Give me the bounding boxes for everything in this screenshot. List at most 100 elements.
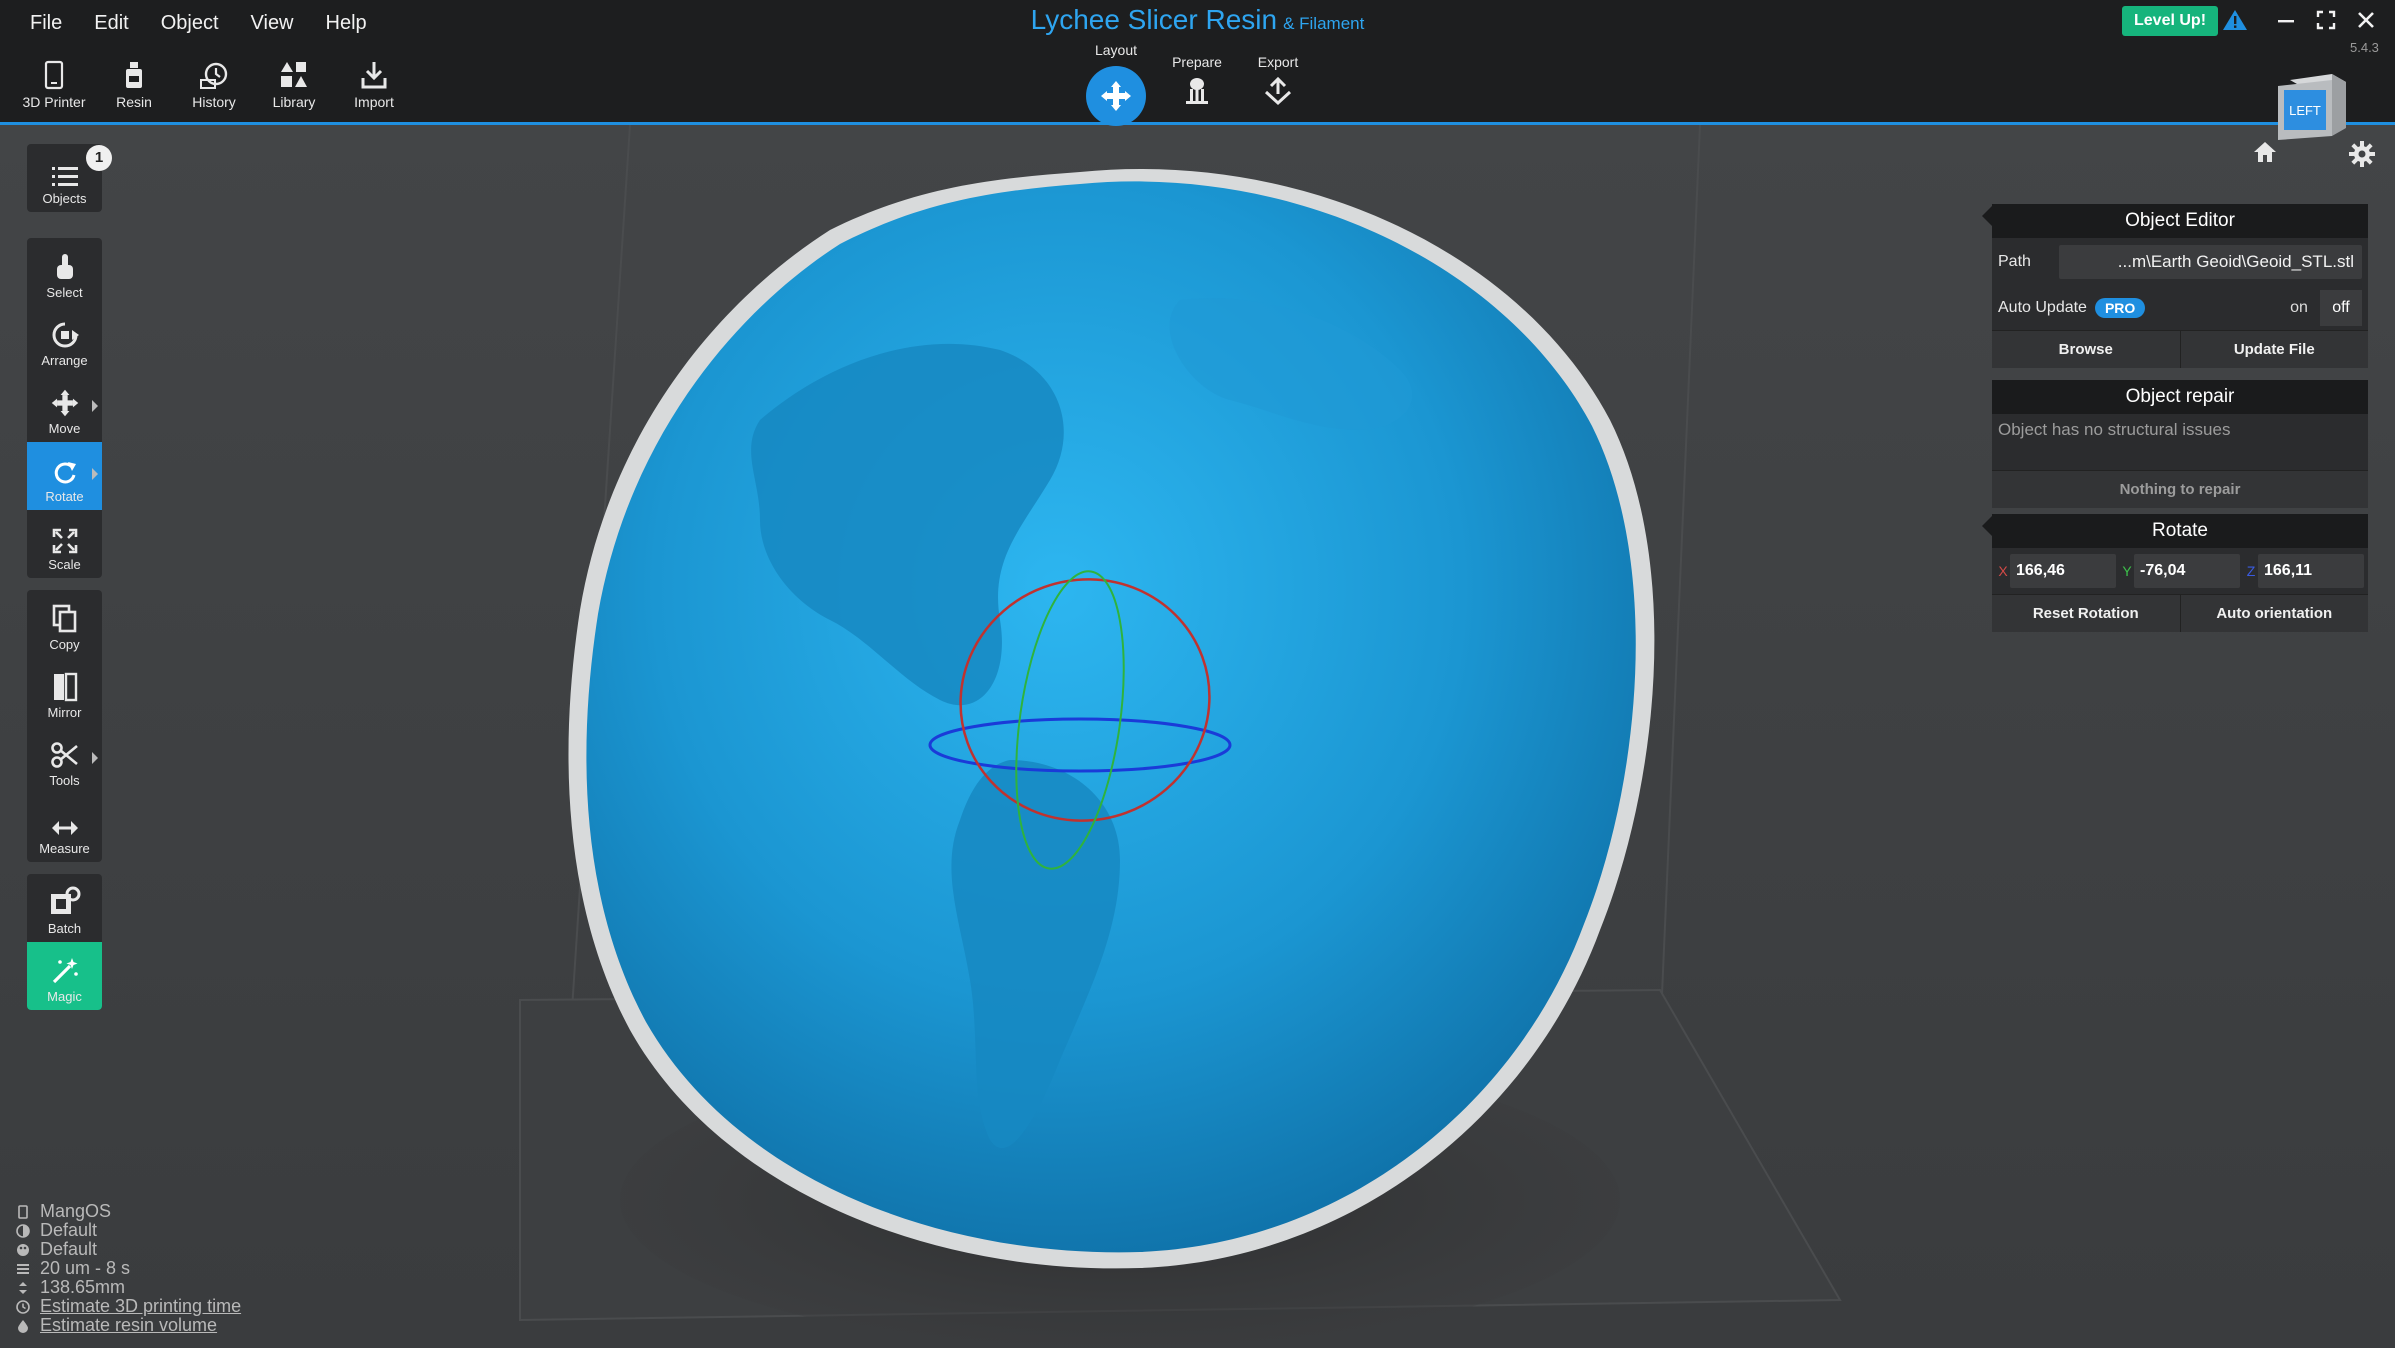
auto-update-toggle[interactable]: on off [2278, 290, 2362, 326]
toolbar-resin-label: Resin [116, 94, 152, 110]
object-repair-panel: Object repair Object has no structural i… [1992, 380, 2368, 508]
menu-object[interactable]: Object [145, 8, 235, 39]
warning-icon[interactable] [2222, 8, 2248, 32]
toolbar-library-label: Library [272, 94, 316, 110]
estimate-time-text: Estimate 3D printing time [40, 1296, 242, 1316]
browse-button[interactable]: Browse [1992, 330, 2180, 368]
info-height-text: 138.65mm [40, 1277, 126, 1297]
close-button[interactable] [2348, 4, 2384, 38]
info-height: 138.65mm [16, 1277, 241, 1297]
stage-layout-button[interactable] [1086, 66, 1146, 126]
info-printer[interactable]: MangOS [16, 1201, 241, 1221]
move-tool[interactable]: Move [27, 374, 102, 442]
info-resin[interactable]: Default [16, 1220, 241, 1240]
measure-tool[interactable]: Measure [27, 794, 102, 862]
printer-small-icon [18, 1204, 28, 1219]
stage-prepare[interactable]: Prepare [1157, 54, 1237, 109]
top-bar-accent-line [0, 122, 2395, 125]
magic-tool[interactable]: Magic [27, 942, 102, 1010]
pointer-hand-icon [56, 254, 73, 279]
auto-update-row: Auto Update PRO on off [1992, 286, 2368, 330]
view-cube[interactable]: LEFT [2276, 70, 2350, 144]
drop-icon [18, 1319, 28, 1333]
rotate-submenu-arrow[interactable] [92, 468, 98, 480]
view-cube-face: LEFT [2289, 103, 2321, 118]
rotate-y-input[interactable]: -76,04 [2134, 554, 2240, 588]
info-settings[interactable]: Default [16, 1239, 241, 1259]
menu-view[interactable]: View [235, 8, 310, 39]
maximize-icon [2316, 10, 2336, 30]
tools-tool[interactable]: Tools [27, 726, 102, 794]
select-tool[interactable]: Select [27, 238, 102, 306]
toolbar-import[interactable]: Import [334, 56, 414, 110]
estimate-volume-link[interactable]: Estimate resin volume [16, 1315, 241, 1335]
object-editor-title: Object Editor [1992, 204, 2368, 238]
rotate-z-input[interactable]: 166,11 [2258, 554, 2364, 588]
scale-tool[interactable]: Scale [27, 510, 102, 578]
supports-icon [1186, 78, 1208, 104]
automation-group: Batch Magic [27, 874, 102, 1010]
minimize-button[interactable] [2268, 4, 2304, 38]
toggle-off[interactable]: off [2320, 290, 2362, 326]
mirror-label: Mirror [47, 705, 82, 720]
update-file-button[interactable]: Update File [2179, 330, 2368, 368]
path-field[interactable]: ...m\Earth Geoid\Geoid_STL.stl [2058, 245, 2362, 279]
magic-label: Magic [47, 989, 82, 1004]
export-icon [1264, 76, 1292, 106]
info-printer-text: MangOS [40, 1201, 112, 1221]
object-repair-actions: Nothing to repair [1992, 470, 2368, 508]
info-layer-text: 20 um - 8 s [40, 1258, 131, 1278]
menu-edit[interactable]: Edit [78, 8, 144, 39]
info-settings-text: Default [40, 1239, 98, 1259]
edit-tools-group: Copy Mirror Tools Measure [27, 590, 102, 862]
stage-export-label: Export [1257, 54, 1299, 70]
minimize-icon [2278, 20, 2294, 23]
batch-tool[interactable]: Batch [27, 874, 102, 942]
reset-rotation-button[interactable]: Reset Rotation [1992, 594, 2180, 632]
toolbar-library[interactable]: Library [254, 56, 334, 110]
scissors-icon [50, 742, 78, 768]
stage-export[interactable]: Export [1238, 54, 1318, 109]
object-editor-actions: Browse Update File [1992, 330, 2368, 368]
estimate-time-link[interactable]: Estimate 3D printing time [16, 1296, 242, 1316]
resin-bottle-icon [126, 62, 142, 88]
gear-icon[interactable] [2348, 140, 2376, 168]
rotate-tool[interactable]: Rotate [27, 442, 102, 510]
toolbar-import-label: Import [354, 94, 394, 110]
globe-model[interactable] [586, 181, 1636, 1253]
toolbar-3d-printer[interactable]: 3D Printer [14, 56, 94, 110]
object-repair-title: Object repair [1992, 380, 2368, 414]
level-up-button[interactable]: Level Up! [2122, 6, 2219, 36]
menu-file[interactable]: File [14, 8, 78, 39]
tools-submenu-arrow[interactable] [92, 752, 98, 764]
select-label: Select [46, 285, 83, 300]
info-layer[interactable]: 20 um - 8 s [16, 1258, 241, 1278]
copy-label: Copy [49, 637, 80, 652]
pro-badge: PRO [2094, 298, 2146, 318]
rotate-panel-pin [1982, 516, 1992, 536]
auto-orientation-button[interactable]: Auto orientation [2179, 594, 2368, 632]
maximize-button[interactable] [2308, 4, 2344, 38]
mirror-tool[interactable]: Mirror [27, 658, 102, 726]
rotate-x-input[interactable]: 166,46 [2010, 554, 2116, 588]
rotate-label: Rotate [45, 489, 84, 504]
transform-tools-group: Select Arrange Move Rotate Scale [27, 238, 102, 578]
copy-tool[interactable]: Copy [27, 590, 102, 658]
rotate-y-field: Y -76,04 [2120, 554, 2240, 588]
arrange-tool[interactable]: Arrange [27, 306, 102, 374]
nothing-to-repair-button[interactable]: Nothing to repair [1992, 470, 2368, 508]
toggle-on[interactable]: on [2278, 290, 2320, 326]
toolbar-resin[interactable]: Resin [94, 56, 174, 110]
tools-label: Tools [49, 773, 80, 788]
move-label: Move [48, 421, 81, 436]
toolbar-history[interactable]: History [174, 56, 254, 110]
menu-help[interactable]: Help [310, 8, 383, 39]
move-submenu-arrow[interactable] [92, 400, 98, 412]
path-row: Path ...m\Earth Geoid\Geoid_STL.stl [1992, 238, 2368, 286]
toolbar-history-label: History [192, 94, 236, 110]
palette-icon [17, 1243, 29, 1256]
list-icon [51, 167, 78, 186]
home-icon[interactable] [2252, 140, 2278, 164]
close-icon [2358, 12, 2374, 28]
scale-label: Scale [48, 557, 81, 572]
